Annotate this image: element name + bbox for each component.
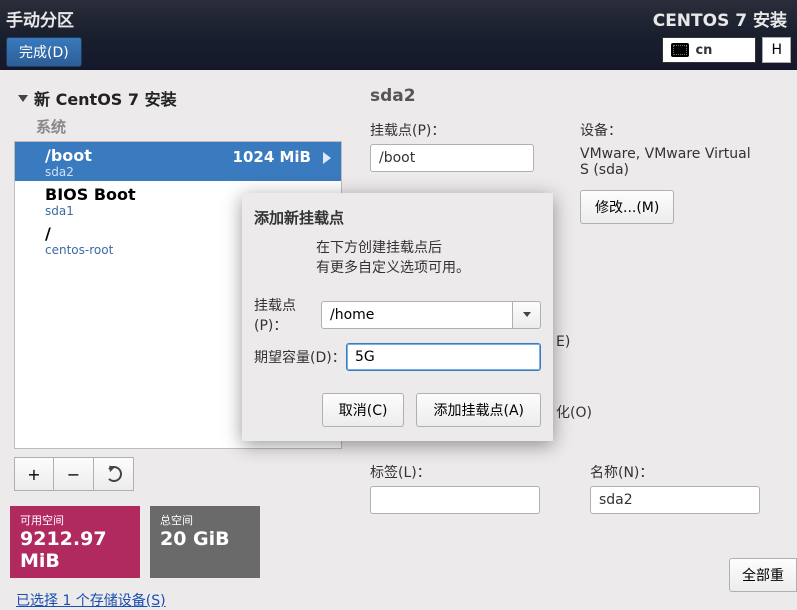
page-title: 手动分区 — [6, 6, 653, 31]
dialog-title: 添加新挂载点 — [254, 207, 541, 228]
storage-devices-link[interactable]: 已选择 1 个存储设备(S) — [16, 590, 166, 610]
tree-section: 系统 — [10, 114, 350, 141]
reload-icon — [106, 466, 122, 482]
label-label: 标签(L)： — [370, 462, 540, 482]
tree-header[interactable]: 新 CentOS 7 安装 — [10, 82, 350, 114]
add-partition-button[interactable]: + — [14, 457, 54, 491]
partition-item-boot[interactable]: /boot 1024 MiB sda2 — [15, 142, 341, 181]
reload-button[interactable] — [94, 457, 134, 491]
top-left: 手动分区 完成(D) — [6, 4, 653, 67]
chevron-right-icon — [323, 152, 331, 164]
dialog-mount-label: 挂载点(P)： — [254, 295, 321, 335]
dialog-cancel-button[interactable]: 取消(C) — [322, 393, 405, 427]
top-header: 手动分区 完成(D) CENTOS 7 安装 cn H — [0, 0, 797, 70]
install-title: CENTOS 7 安装 — [653, 6, 787, 31]
mount-point-input[interactable] — [370, 144, 534, 172]
mount-point-label: 挂载点(P)： — [370, 120, 540, 140]
format-option: 化(O) — [556, 402, 592, 422]
add-mountpoint-dialog: 添加新挂载点 在下方创建挂载点后 有更多自定义选项可用。 挂载点(P)： 期望容… — [242, 193, 553, 441]
encrypt-option: E) — [556, 334, 570, 350]
keyboard-icon — [671, 43, 689, 57]
tree-root-label: 新 CentOS 7 安装 — [34, 86, 177, 110]
device-label: 设备： — [580, 120, 770, 140]
done-button[interactable]: 完成(D) — [6, 37, 82, 67]
total-value: 20 GiB — [160, 528, 250, 550]
top-right: CENTOS 7 安装 cn H — [653, 4, 791, 63]
keyboard-layout: cn — [695, 43, 712, 58]
name-input[interactable] — [590, 486, 760, 514]
device-value: VMware, VMware Virtual S (sda) — [580, 146, 760, 178]
partition-size: 1024 MiB — [233, 148, 311, 166]
available-space-box: 可用空间 9212.97 MiB — [10, 506, 140, 578]
dialog-capacity-label: 期望容量(D)： — [254, 347, 346, 367]
dialog-capacity-input[interactable] — [346, 343, 541, 371]
dialog-mount-dropdown[interactable] — [513, 301, 541, 329]
caret-down-icon — [18, 95, 28, 102]
reset-all-button[interactable]: 全部重 — [729, 558, 797, 592]
dialog-add-button[interactable]: 添加挂载点(A) — [416, 393, 541, 427]
available-value: 9212.97 MiB — [20, 528, 130, 572]
total-space-box: 总空间 20 GiB — [150, 506, 260, 578]
keyboard-indicator[interactable]: cn — [662, 37, 756, 63]
partition-device: sda2 — [45, 165, 329, 179]
total-label: 总空间 — [160, 512, 250, 528]
chevron-down-icon — [523, 312, 531, 317]
label-input[interactable] — [370, 486, 540, 514]
name-label: 名称(N)： — [590, 462, 760, 482]
dialog-description: 在下方创建挂载点后 有更多自定义选项可用。 — [316, 238, 541, 279]
status-row: 可用空间 9212.97 MiB 总空间 20 GiB — [0, 506, 797, 578]
partition-toolbar: + − — [14, 457, 350, 491]
remove-partition-button[interactable]: − — [54, 457, 94, 491]
dialog-mount-input[interactable] — [321, 301, 513, 329]
modify-button[interactable]: 修改...(M) — [580, 190, 674, 224]
dialog-desc1: 在下方创建挂载点后 — [316, 238, 541, 258]
device-header: sda2 — [370, 86, 797, 106]
dialog-desc2: 有更多自定义选项可用。 — [316, 258, 541, 278]
help-button[interactable]: H — [762, 37, 791, 63]
available-label: 可用空间 — [20, 512, 130, 528]
